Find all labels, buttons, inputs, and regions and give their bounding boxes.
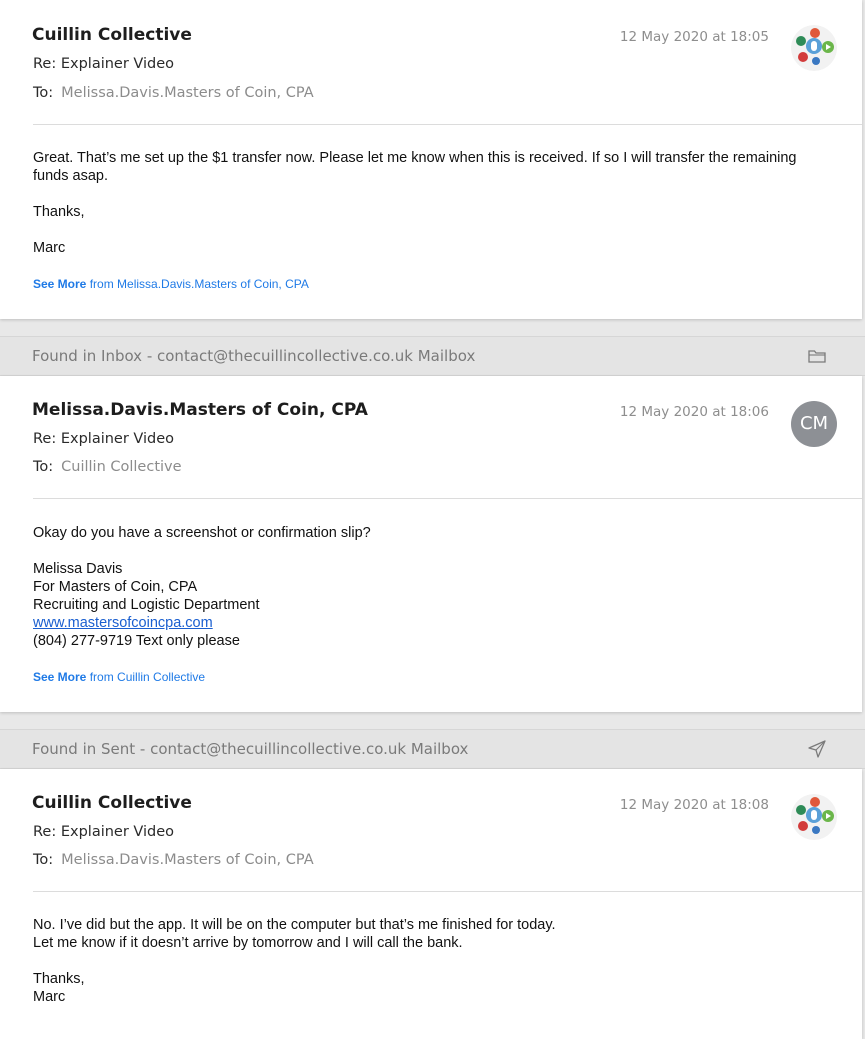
sender-avatar: CM xyxy=(791,401,837,447)
to-label: To: xyxy=(33,85,54,101)
cuillin-logo-avatar xyxy=(791,794,837,840)
signature-company: For Masters of Coin, CPA xyxy=(33,579,198,595)
subject-line: Re: Explainer Video xyxy=(33,431,175,447)
paper-plane-icon[interactable] xyxy=(807,739,827,759)
found-in-label: Found in Inbox - contact@thecuillincolle… xyxy=(32,347,476,365)
signature-block: Melissa Davis For Masters of Coin, CPA R… xyxy=(33,560,813,650)
see-more-from[interactable]: from Melissa.Davis.Masters of Coin, CPA xyxy=(90,277,309,291)
signature-department: Recruiting and Logistic Department xyxy=(33,597,260,613)
found-in-bar: Found in Inbox - contact@thecuillincolle… xyxy=(0,336,865,376)
message-card-1[interactable]: Cuillin Collective 12 May 2020 at 18:05 … xyxy=(0,0,862,319)
message-body: No. I’ve did but the app. It will be on … xyxy=(33,916,813,1006)
body-line: No. I’ve did but the app. It will be on … xyxy=(33,917,556,933)
body-line: Let me know if it doesn’t arrive by tomo… xyxy=(33,935,463,951)
see-more-link[interactable]: See More from Melissa.Davis.Masters of C… xyxy=(33,277,309,291)
message-date: 12 May 2020 at 18:08 xyxy=(619,797,769,813)
sender-name: Cuillin Collective xyxy=(32,793,192,813)
body-paragraph: Great. That’s me set up the $1 transfer … xyxy=(33,150,797,184)
header-divider xyxy=(33,124,862,125)
see-more-label[interactable]: See More xyxy=(33,277,86,291)
sign-off: Thanks, xyxy=(33,971,85,987)
recipient-row: To: Cuillin Collective xyxy=(33,459,182,475)
to-label: To: xyxy=(33,459,54,475)
to-label: To: xyxy=(33,852,54,868)
body-paragraph: No. I’ve did but the app. It will be on … xyxy=(33,916,813,952)
found-in-label: Found in Sent - contact@thecuillincollec… xyxy=(32,740,469,758)
message-date: 12 May 2020 at 18:06 xyxy=(619,404,769,420)
sign-name: Marc xyxy=(33,989,66,1005)
recipient-name[interactable]: Melissa.Davis.Masters of Coin, CPA xyxy=(61,85,313,101)
message-body: Great. That’s me set up the $1 transfer … xyxy=(33,149,813,275)
recipient-row: To: Melissa.Davis.Masters of Coin, CPA xyxy=(33,85,314,101)
header-divider xyxy=(33,891,862,892)
message-card-3[interactable]: Cuillin Collective 12 May 2020 at 18:08 … xyxy=(0,769,862,1039)
signature-phone: (804) 277-9719 Text only please xyxy=(33,633,240,649)
message-card-2[interactable]: Melissa.Davis.Masters of Coin, CPA 12 Ma… xyxy=(0,376,862,712)
message-date: 12 May 2020 at 18:05 xyxy=(619,29,769,45)
see-more-label[interactable]: See More xyxy=(33,670,86,684)
cuillin-logo-avatar xyxy=(791,25,837,71)
sender-name: Melissa.Davis.Masters of Coin, CPA xyxy=(32,400,368,420)
subject-line: Re: Explainer Video xyxy=(33,824,175,840)
subject-line: Re: Explainer Video xyxy=(33,56,175,72)
recipient-name[interactable]: Melissa.Davis.Masters of Coin, CPA xyxy=(61,852,313,868)
see-more-from[interactable]: from Cuillin Collective xyxy=(90,670,205,684)
recipient-row: To: Melissa.Davis.Masters of Coin, CPA xyxy=(33,852,314,868)
body-paragraph: Marc xyxy=(33,240,66,256)
found-in-bar: Found in Sent - contact@thecuillincollec… xyxy=(0,729,865,769)
recipient-name[interactable]: Cuillin Collective xyxy=(61,459,181,475)
see-more-link[interactable]: See More from Cuillin Collective xyxy=(33,670,205,684)
website-link[interactable]: www.mastersofcoincpa.com xyxy=(33,615,213,631)
sign-off-block: Thanks, Marc xyxy=(33,970,813,1006)
folder-icon[interactable] xyxy=(807,346,827,366)
signature-name: Melissa Davis xyxy=(33,561,123,577)
sender-name: Cuillin Collective xyxy=(32,25,192,45)
body-paragraph: Okay do you have a screenshot or confirm… xyxy=(33,525,371,541)
body-paragraph: Thanks, xyxy=(33,204,85,220)
header-divider xyxy=(33,498,862,499)
message-body: Okay do you have a screenshot or confirm… xyxy=(33,524,813,650)
